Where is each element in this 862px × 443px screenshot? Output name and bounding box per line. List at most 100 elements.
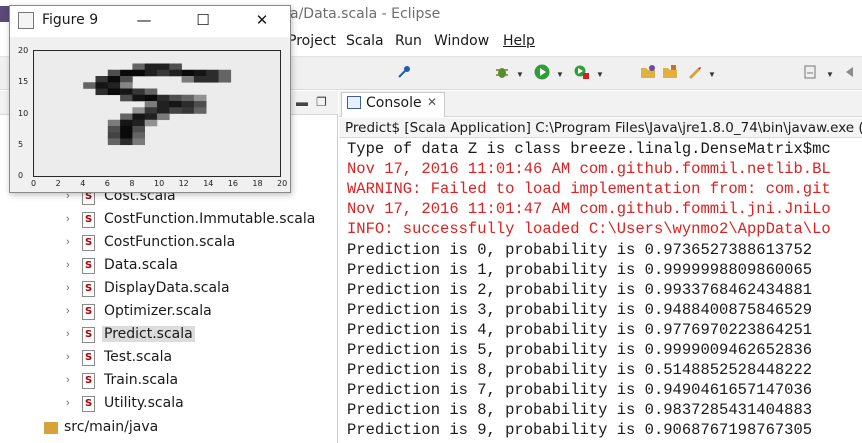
- open-type-icon[interactable]: [662, 64, 678, 80]
- heatmap-cell: [120, 113, 133, 121]
- heatmap-cell: [132, 126, 145, 133]
- expand-arrow-icon[interactable]: ›: [66, 259, 76, 271]
- run-external-dropdown-icon[interactable]: ▼: [596, 70, 604, 79]
- heatmap-cell: [193, 101, 207, 108]
- heatmap-plot: [34, 51, 280, 176]
- heatmap-cell: [218, 69, 232, 77]
- heatmap-cell: [132, 132, 145, 139]
- heatmap-cell: [193, 107, 207, 114]
- heatmap-cell: [120, 69, 133, 77]
- edit-dropdown-icon[interactable]: ▼: [708, 70, 716, 79]
- expand-arrow-icon[interactable]: ›: [66, 282, 76, 294]
- heatmap-cell: [169, 63, 182, 71]
- expand-arrow-icon[interactable]: ›: [66, 351, 76, 363]
- heatmap-cell: [169, 107, 182, 114]
- heatmap-cell: [144, 119, 158, 127]
- expand-arrow-icon[interactable]: ›: [66, 305, 76, 317]
- console-line: Prediction is 3, probability is 0.948840…: [347, 300, 813, 319]
- tree-item[interactable]: › Data.scala: [66, 256, 326, 278]
- minimize-view-icon[interactable]: ▬: [296, 95, 308, 109]
- tree-item-label: Utility.scala: [104, 395, 184, 411]
- heatmap-cell: [107, 88, 121, 96]
- x-tick-label: 14: [203, 179, 214, 188]
- heatmap-cell: [107, 138, 121, 146]
- x-tick-label: 4: [80, 179, 86, 188]
- heatmap-cell: [132, 119, 145, 127]
- source-folder-row[interactable]: src/main/java: [44, 419, 244, 441]
- figure-maximize-button[interactable]: ☐: [191, 10, 215, 30]
- y-tick-label: 0: [18, 171, 24, 180]
- navigate-icon[interactable]: [802, 64, 818, 80]
- expand-arrow-icon[interactable]: ›: [66, 397, 76, 409]
- run-dropdown-icon[interactable]: ▼: [556, 70, 564, 79]
- heatmap-cell: [132, 69, 145, 77]
- y-tick-label: 10: [18, 108, 29, 118]
- console-line: Prediction is 1, probability is 0.999999…: [347, 260, 813, 279]
- menu-help[interactable]: Help: [503, 33, 535, 49]
- scala-file-icon: [82, 327, 95, 343]
- heatmap-cell: [144, 113, 158, 121]
- heatmap-cell: [120, 138, 133, 146]
- expand-arrow-icon[interactable]: ›: [66, 236, 76, 248]
- pin-icon[interactable]: [396, 64, 412, 80]
- figure-close-button[interactable]: ✕: [250, 10, 274, 30]
- debug-icon[interactable]: [494, 64, 510, 80]
- heatmap-cell: [181, 69, 195, 77]
- edit-icon[interactable]: [686, 64, 702, 80]
- navigate-dropdown-icon[interactable]: ▼: [826, 70, 834, 79]
- scala-file-icon: [82, 258, 95, 274]
- tree-item[interactable]: › DisplayData.scala: [66, 279, 326, 301]
- heatmap-cell: [107, 119, 121, 127]
- run-icon[interactable]: [534, 64, 550, 80]
- open-folder-icon[interactable]: [640, 64, 656, 80]
- tree-item-label: Test.scala: [104, 349, 173, 365]
- menu-scala[interactable]: Scala: [346, 33, 384, 49]
- heatmap-cell: [169, 69, 182, 77]
- heatmap-cell: [120, 132, 133, 139]
- heatmap-cell: [144, 94, 158, 102]
- tree-item-label: Train.scala: [104, 372, 179, 388]
- heatmap-cell: [193, 69, 207, 77]
- heatmap-cell: [157, 107, 170, 114]
- console-tab-close-icon[interactable]: ✕: [427, 95, 437, 109]
- tree-item[interactable]: › Predict.scala: [66, 325, 326, 347]
- heatmap-cell: [132, 94, 145, 102]
- console-line: Prediction is 8, probability is 0.983728…: [347, 401, 813, 420]
- java-cup-icon: [18, 12, 34, 29]
- heatmap-cell: [169, 94, 182, 102]
- console-description: Predict$ [Scala Application] C:\Program …: [345, 120, 862, 136]
- maximize-view-icon[interactable]: ❐: [316, 95, 327, 109]
- heatmap-cell: [157, 101, 170, 108]
- console-line: Prediction is 5, probability is 0.999900…: [347, 341, 813, 359]
- heatmap-cell: [107, 132, 121, 139]
- figure-minimize-button[interactable]: —: [132, 10, 156, 30]
- console-line: Prediction is 0, probability is 0.973652…: [347, 240, 813, 259]
- y-tick-label: 15: [18, 77, 29, 87]
- tree-item[interactable]: › CostFunction.scala: [66, 233, 326, 255]
- heatmap-cell: [132, 138, 145, 146]
- console-line: WARNING: Failed to load implementation f…: [347, 180, 831, 199]
- heatmap-cell: [95, 88, 109, 96]
- heatmap-cell: [206, 69, 219, 77]
- tree-item[interactable]: › Utility.scala: [66, 394, 326, 416]
- heatmap-cell: [144, 101, 158, 108]
- tree-item[interactable]: › Test.scala: [66, 348, 326, 370]
- run-external-icon[interactable]: [574, 64, 590, 80]
- console-line: Nov 17, 2016 11:01:47 AM com.github.fomm…: [347, 200, 831, 219]
- tree-item[interactable]: › Optimizer.scala: [66, 302, 326, 324]
- x-tick-label: 18: [252, 179, 263, 188]
- menu-project[interactable]: Project: [288, 33, 336, 49]
- menu-run[interactable]: Run: [395, 33, 422, 49]
- tree-item[interactable]: › Train.scala: [66, 371, 326, 393]
- console-line: INFO: successfully loaded C:\Users\wynmo…: [347, 220, 831, 239]
- expand-arrow-icon[interactable]: ›: [66, 328, 76, 340]
- tree-item-label: Data.scala: [104, 257, 178, 273]
- console-line: Prediction is 8, probability is 0.514885…: [347, 361, 813, 380]
- expand-arrow-icon[interactable]: ›: [66, 374, 76, 386]
- tree-item[interactable]: › CostFunction.Immutable.scala: [66, 210, 326, 232]
- debug-dropdown-icon[interactable]: ▼: [516, 70, 524, 79]
- expand-arrow-icon[interactable]: ›: [66, 213, 76, 225]
- menu-window[interactable]: Window: [434, 33, 489, 49]
- scala-file-icon: [82, 281, 95, 297]
- back-icon[interactable]: [842, 64, 858, 80]
